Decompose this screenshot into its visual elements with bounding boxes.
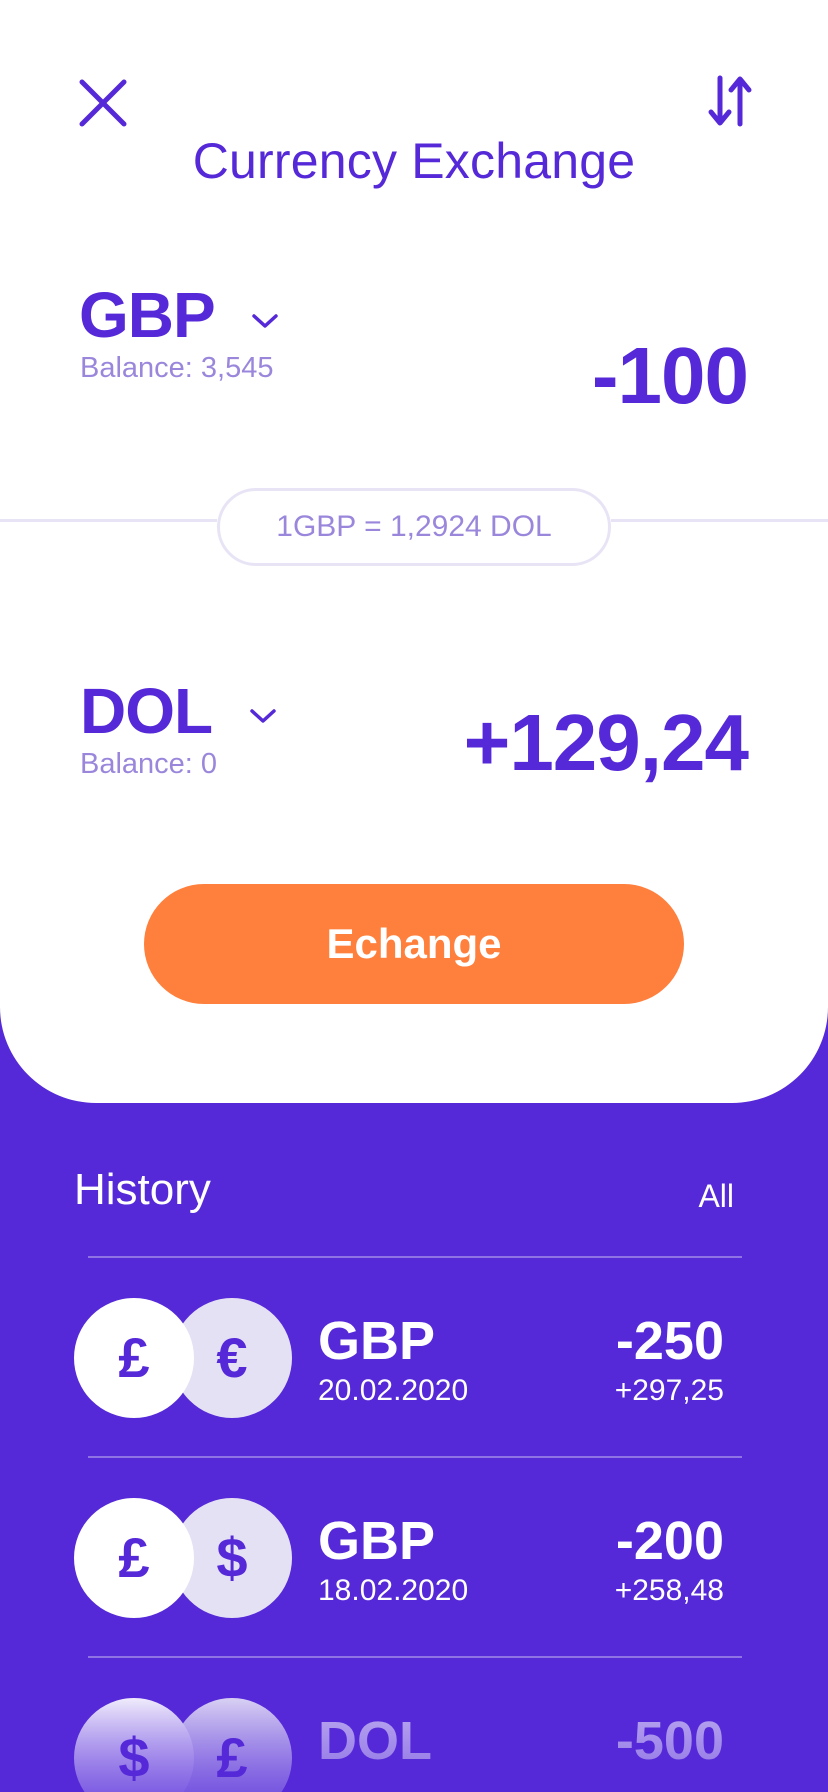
history-title: History [74,1165,211,1214]
from-currency-dropdown[interactable] [250,311,280,331]
exchange-card: Currency Exchange GBP Balance: 3,545 -10… [0,0,828,1103]
history-row-amount: -500 [615,1711,724,1771]
pound-coin-icon: £ [74,1498,194,1618]
from-amount[interactable]: -100 [430,330,749,422]
history-row-converted: +297,25 [614,1374,724,1407]
chevron-down-icon [250,709,276,723]
pound-coin-icon: £ [74,1298,194,1418]
history-divider [88,1256,742,1258]
history-row-amount: -250 [615,1311,724,1371]
exchange-button[interactable]: Echange [144,884,684,1004]
history-row-date: 20.02.2020 [318,1374,469,1407]
history-row-code: DOL [318,1711,432,1771]
history-divider [88,1656,742,1658]
exchange-rate-badge: 1GBP = 1,2924 DOL [217,488,611,566]
history-row[interactable]: $ £ DOL -500 [0,1698,828,1792]
chevron-down-icon [252,314,278,328]
to-balance: Balance: 0 [80,748,218,780]
to-currency-code[interactable]: DOL [80,674,213,748]
history-row[interactable]: £ € GBP 20.02.2020 -250 +297,25 [0,1298,828,1428]
swap-vertical-icon [708,75,752,127]
swap-currencies-button[interactable] [708,74,752,128]
history-divider [88,1456,742,1458]
history-row-converted: +258,48 [614,1574,724,1607]
page-title: Currency Exchange [192,133,636,189]
from-balance: Balance: 3,545 [80,352,274,384]
dollar-coin-icon: $ [74,1698,194,1792]
close-button[interactable] [78,78,128,128]
history-all-link[interactable]: All [680,1178,734,1215]
history-row-code: GBP [318,1311,436,1371]
history-row-code: GBP [318,1511,436,1571]
to-amount[interactable]: +129,24 [400,697,749,789]
to-currency-dropdown[interactable] [248,706,278,726]
from-currency-code[interactable]: GBP [79,278,216,352]
history-row-date: 18.02.2020 [318,1574,469,1607]
history-row[interactable]: £ $ GBP 18.02.2020 -200 +258,48 [0,1498,828,1628]
close-icon [79,79,127,127]
rate-divider-left [0,519,217,522]
rate-divider-right [611,519,828,522]
history-row-amount: -200 [615,1511,724,1571]
